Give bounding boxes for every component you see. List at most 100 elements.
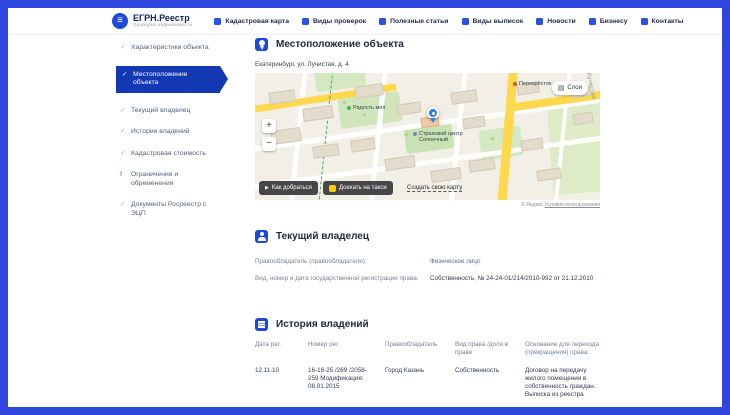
column-header: Дата рег.: [255, 341, 281, 348]
zoom-out-button[interactable]: −: [262, 137, 276, 151]
column-header: Вид права /доля в праве: [455, 341, 509, 356]
map-tree: [491, 137, 494, 140]
map-tree: [363, 113, 366, 116]
sidebar-item-label: Ограничения и обременения: [131, 171, 179, 187]
logo-icon: ≡: [112, 13, 128, 29]
nav-item-label: Бизнесу: [599, 17, 628, 25]
check-icon: ✓: [120, 106, 126, 114]
layers-button-label: Слои: [567, 85, 582, 91]
taxi-icon: [329, 184, 336, 192]
nav-item-label: Кадастровая карта: [225, 17, 289, 25]
map-tree: [405, 133, 408, 136]
poi-dot-icon: [347, 105, 351, 110]
nav-item-label: Виды выписок: [472, 17, 524, 25]
map-building: [462, 115, 486, 130]
statements-icon: [461, 17, 469, 25]
table-cell-right: Собственность: [455, 367, 500, 374]
nav-item-check-types[interactable]: Виды проверок: [302, 17, 367, 25]
sidebar-item-label: Текущий владелец: [131, 106, 191, 114]
logo-title: ЕГРН.Реестр: [133, 13, 190, 23]
map-building: [302, 104, 334, 123]
main-nav: Кадастровая карта Виды проверок Полезные…: [214, 17, 684, 25]
check-icon: ✓: [120, 201, 126, 208]
nav-item-business[interactable]: Бизнесу: [588, 17, 628, 25]
nav-item-news[interactable]: Новости: [536, 17, 576, 25]
poi-label: Страховой центр Солнечный: [419, 131, 463, 143]
map-building: [450, 89, 478, 105]
sidebar-item-cadastral-value[interactable]: ✓ Кадастровая стоимость: [116, 150, 236, 159]
nav-item-statement-types[interactable]: Виды выписок: [461, 17, 524, 25]
section-title-owner: Текущий владелец: [276, 231, 370, 242]
nav-item-label: Контакты: [651, 17, 684, 25]
sidebar-item-characteristics[interactable]: ✓ Характеристики объекта: [116, 44, 236, 53]
history-section-header: История владений: [255, 318, 369, 331]
owner-row-label: Правообладатель (правообладатели):: [255, 258, 367, 265]
nav-item-contacts[interactable]: Контакты: [640, 17, 684, 25]
copyright-label: © Яндекс: [521, 202, 544, 208]
check-icon: ✓: [120, 149, 126, 157]
column-header: Основание для перехода (прекращения) пра…: [525, 341, 599, 356]
create-map-link[interactable]: Создать свою карту: [407, 185, 463, 192]
route-icon: ▶: [265, 185, 269, 191]
logo[interactable]: ≡ ЕГРН.Реестр Проверка недвижимости: [112, 13, 192, 29]
sidebar-item-label: История владений: [131, 128, 190, 135]
business-icon: [588, 17, 596, 25]
map-building: [396, 101, 422, 116]
nav-item-label: Виды проверок: [313, 17, 367, 25]
nav-item-articles[interactable]: Полезные статьи: [379, 17, 449, 25]
contacts-icon: [640, 17, 648, 25]
map-building: [520, 137, 544, 152]
map-tree: [343, 101, 346, 104]
route-button-label: Как добраться: [271, 185, 312, 191]
map-building: [350, 137, 376, 153]
owner-section-header: Текущий владелец: [255, 230, 369, 243]
terms-link[interactable]: Условия использования: [545, 202, 601, 208]
taxi-button-label: Доехать на такси: [339, 185, 387, 191]
map-building: [468, 157, 496, 173]
poi-label: Радость моя: [353, 105, 386, 111]
nav-item-label: Полезные статьи: [390, 17, 449, 25]
person-icon: [255, 230, 268, 243]
map-building: [430, 166, 462, 184]
map-poi: Радость моя: [347, 105, 385, 111]
table-cell-holder: Город Казань: [385, 367, 425, 374]
column-header: Номер рег.: [308, 341, 340, 348]
header: ≡ ЕГРН.Реестр Проверка недвижимости Када…: [8, 8, 722, 35]
nav-item-cadastral-map[interactable]: Кадастровая карта: [214, 17, 289, 25]
sidebar-item-rosreestr-documents[interactable]: ✓ Документы Росреестр с ЭЦП: [116, 201, 236, 218]
map-building: [312, 143, 340, 159]
section-title-location: Местоположение объекта: [276, 39, 404, 50]
sidebar-item-label: Документы Росреестр с ЭЦП: [131, 201, 207, 217]
section-title-history: История владений: [276, 319, 369, 330]
location-section-header: Местоположение объекта: [255, 38, 404, 51]
check-types-icon: [302, 17, 309, 25]
history-table: Дата рег. Номер рег. Правообладатель Вид…: [255, 341, 607, 399]
warning-icon: !: [120, 171, 123, 178]
map[interactable]: Перекрёсток Радость моя Страховой центр …: [255, 73, 600, 200]
taxi-button[interactable]: Доехать на такси: [323, 181, 393, 195]
sidebar-item-label: Местоположение объекта: [133, 70, 188, 87]
sidebar: ✓ Характеристики объекта ✓ Местоположение …: [116, 44, 236, 231]
route-button[interactable]: ▶ Как добраться: [259, 181, 318, 195]
owner-row-value: Физическое лицо: [430, 258, 481, 265]
column-header: Правообладатель: [385, 341, 438, 348]
logo-text: ЕГРН.Реестр Проверка недвижимости: [133, 13, 192, 29]
table-cell-number: 16-16-25 /269 /2058-259 Модификация: 08.…: [308, 367, 367, 390]
location-pin-icon: [427, 107, 439, 123]
sidebar-item-ownership-history[interactable]: ✓ История владений: [116, 128, 236, 137]
check-icon: ✓: [120, 128, 126, 135]
poi-dot-icon: [513, 81, 517, 86]
poi-dot-icon: [413, 131, 417, 136]
map-attribution: © Яндекс Условия использования: [255, 202, 600, 208]
sidebar-item-restrictions[interactable]: ! Ограничения и обременения: [116, 171, 236, 188]
map-poi: Страховой центр Солнечный: [413, 131, 469, 143]
layers-button[interactable]: ▤ Слои: [551, 81, 588, 95]
object-address: Екатеринбург, ул. Лучистая, д. 4: [255, 61, 349, 68]
zoom-in-button[interactable]: +: [262, 119, 276, 133]
nav-item-label: Новости: [547, 17, 576, 25]
sidebar-item-location[interactable]: ✓ Местоположение объекта: [116, 65, 228, 93]
owner-row-value: Собственность, № 24-24-01/214/2010-992 о…: [430, 275, 594, 282]
map-pin-icon: [255, 38, 268, 51]
sidebar-item-current-owner[interactable]: ✓ Текущий владелец: [116, 107, 236, 116]
list-icon: [255, 318, 268, 331]
